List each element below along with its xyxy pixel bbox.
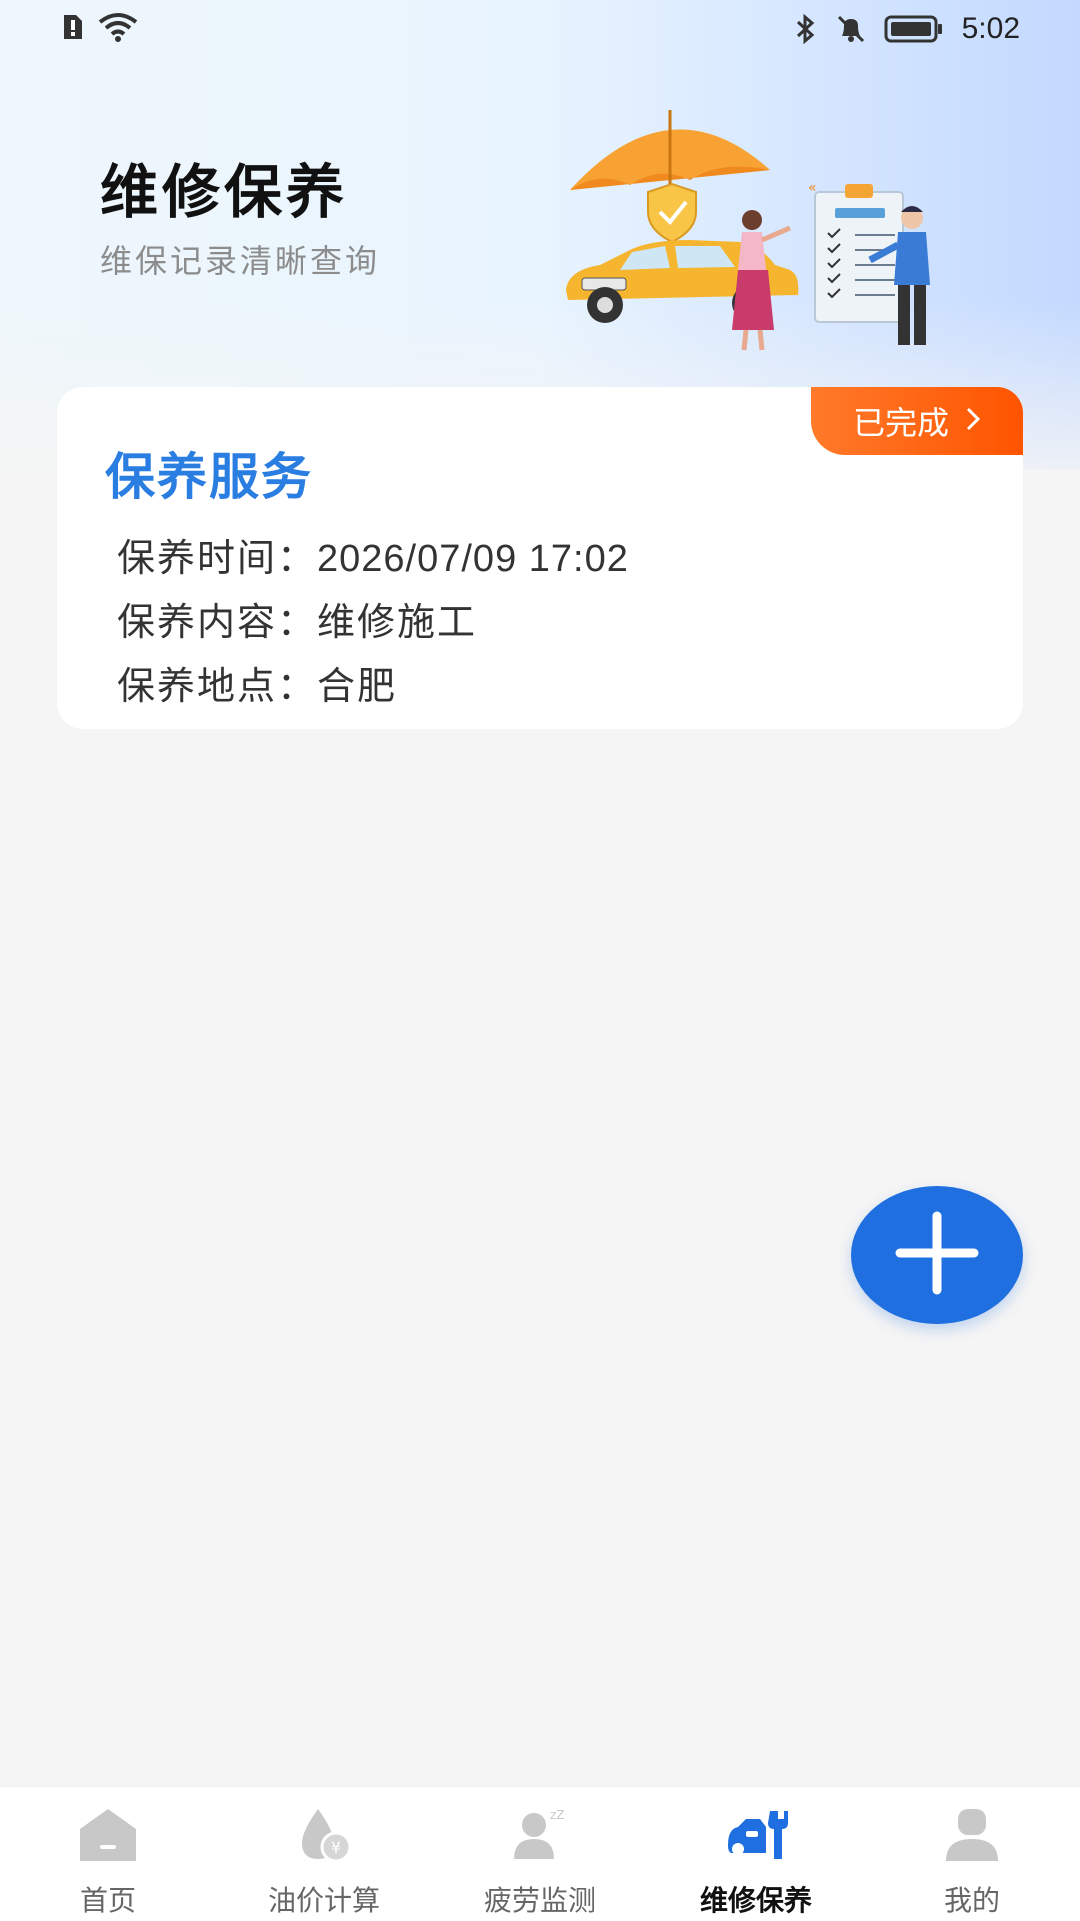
- tab-car-repair[interactable]: 维修保养: [648, 1787, 864, 1921]
- battery-icon: [884, 15, 944, 43]
- bluetooth-icon: [794, 14, 818, 44]
- row-label: 保养地点：: [117, 664, 318, 708]
- maintenance-record-card[interactable]: 已完成 保养服务 保养时间：2026/07/09 17:02 保养内容：维修施工…: [57, 387, 1023, 729]
- row-value: 维修施工: [317, 600, 478, 644]
- fuel-price-icon: ¥: [292, 1805, 356, 1865]
- row-label: 保养内容：: [117, 600, 318, 644]
- tab-label: 首页: [79, 1884, 136, 1917]
- status-bar: 5:02: [0, 0, 1080, 60]
- alert-sim-icon: [60, 13, 86, 41]
- tab-label: 我的: [943, 1884, 1000, 1917]
- status-badge-label: 已完成: [852, 404, 949, 442]
- plus-icon: [892, 1208, 982, 1302]
- row-value: 合肥: [317, 664, 398, 708]
- maintenance-content-row: 保养内容：维修施工: [117, 591, 477, 646]
- row-label: 保养时间：: [117, 536, 318, 580]
- car-repair-icon: [724, 1805, 788, 1865]
- status-time: 5:02: [961, 12, 1020, 45]
- svg-text:zZ: zZ: [550, 1808, 565, 1822]
- tab-label: 油价计算: [267, 1884, 380, 1917]
- bell-muted-icon: [836, 14, 866, 44]
- tab-fuel-price[interactable]: ¥ 油价计算: [216, 1787, 432, 1921]
- tab-label: 疲劳监测: [483, 1884, 596, 1917]
- status-badge[interactable]: 已完成: [811, 387, 1023, 455]
- page-title: 维修保养: [100, 158, 349, 226]
- wifi-icon: [98, 12, 138, 42]
- tab-fatigue-monitor[interactable]: zZ 疲劳监测: [432, 1787, 648, 1921]
- profile-icon: [940, 1805, 1004, 1865]
- tab-profile[interactable]: 我的: [864, 1787, 1080, 1921]
- add-record-button[interactable]: [851, 1186, 1023, 1324]
- maintenance-time-row: 保养时间：2026/07/09 17:02: [117, 527, 629, 582]
- fatigue-monitor-icon: zZ: [508, 1805, 572, 1865]
- page-subtitle: 维保记录清晰查询: [100, 242, 381, 280]
- tab-label: 维修保养: [699, 1884, 812, 1917]
- car-umbrella-service-illustration: «: [560, 100, 960, 360]
- maintenance-location-row: 保养地点：合肥: [117, 655, 397, 710]
- bottom-tab-bar: 首页 ¥ 油价计算 zZ 疲劳监测 维修保养 我的: [0, 1786, 1080, 1921]
- chevron-right-icon: [965, 402, 981, 440]
- svg-text:«: «: [808, 180, 817, 196]
- tab-home[interactable]: 首页: [0, 1787, 216, 1921]
- home-icon: [76, 1805, 140, 1865]
- card-title: 保养服务: [105, 448, 313, 506]
- svg-text:¥: ¥: [331, 1838, 341, 1857]
- row-value: 2026/07/09 17:02: [317, 538, 629, 580]
